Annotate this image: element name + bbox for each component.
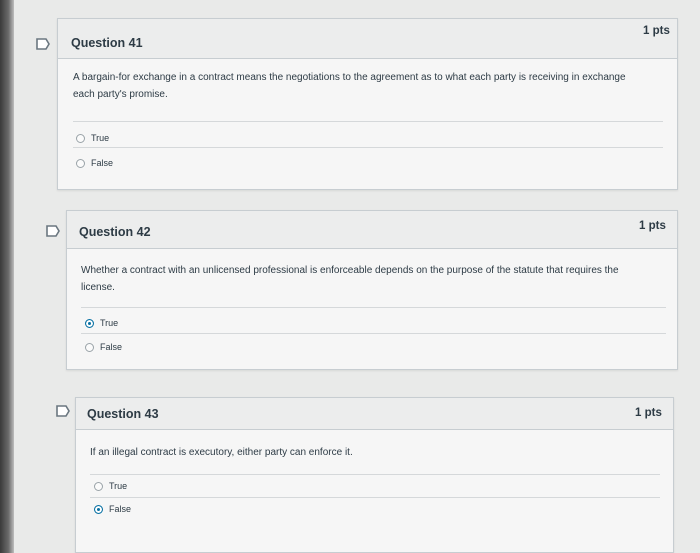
question-points: 1 pts <box>635 407 662 419</box>
question-text: If an illegal contract is executory, eit… <box>90 447 353 458</box>
answer-false[interactable]: False <box>94 504 131 514</box>
radio-button-icon[interactable] <box>76 133 85 143</box>
bookmark-flag-icon[interactable] <box>36 38 50 50</box>
answer-label: True <box>91 133 110 143</box>
answer-divider <box>81 307 666 308</box>
answer-divider <box>90 497 660 498</box>
radio-button-icon[interactable] <box>85 318 94 328</box>
question-header <box>58 19 677 59</box>
bookmark-flag-icon[interactable] <box>46 225 60 237</box>
answer-label: False <box>109 504 132 514</box>
question-points: 1 pts <box>643 25 670 37</box>
bookmark-flag-icon[interactable] <box>56 405 70 417</box>
question-title: Question 42 <box>79 225 151 239</box>
answer-false[interactable]: False <box>76 158 113 168</box>
radio-button-icon[interactable] <box>94 481 103 491</box>
question-card-43: Question 43 1 pts If an illegal contract… <box>75 397 674 553</box>
photo-edge <box>0 0 14 553</box>
answer-label: False <box>100 342 123 352</box>
answer-divider <box>90 474 660 475</box>
answer-true[interactable]: True <box>76 133 109 143</box>
answer-false[interactable]: False <box>85 342 122 352</box>
question-card-42: Question 42 1 pts Whether a contract wit… <box>66 210 678 370</box>
answer-true[interactable]: True <box>94 481 127 491</box>
question-header <box>67 211 677 249</box>
question-text: A bargain-for exchange in a contract mea… <box>73 72 626 100</box>
question-header <box>76 398 673 430</box>
answer-divider <box>73 147 663 148</box>
radio-button-icon[interactable] <box>76 158 85 168</box>
radio-button-icon[interactable] <box>94 504 103 514</box>
question-card-41: Question 41 1 pts A bargain-for exchange… <box>57 18 678 190</box>
question-points: 1 pts <box>639 220 666 232</box>
question-title: Question 43 <box>87 407 159 421</box>
answer-divider <box>81 333 666 334</box>
question-text: Whether a contract with an unlicensed pr… <box>81 265 619 293</box>
question-title: Question 41 <box>71 36 143 50</box>
answer-label: False <box>91 158 114 168</box>
answer-label: True <box>109 481 128 491</box>
answer-label: True <box>100 318 119 328</box>
answer-true[interactable]: True <box>85 318 118 328</box>
radio-button-icon[interactable] <box>85 342 94 352</box>
answer-divider <box>73 121 663 122</box>
